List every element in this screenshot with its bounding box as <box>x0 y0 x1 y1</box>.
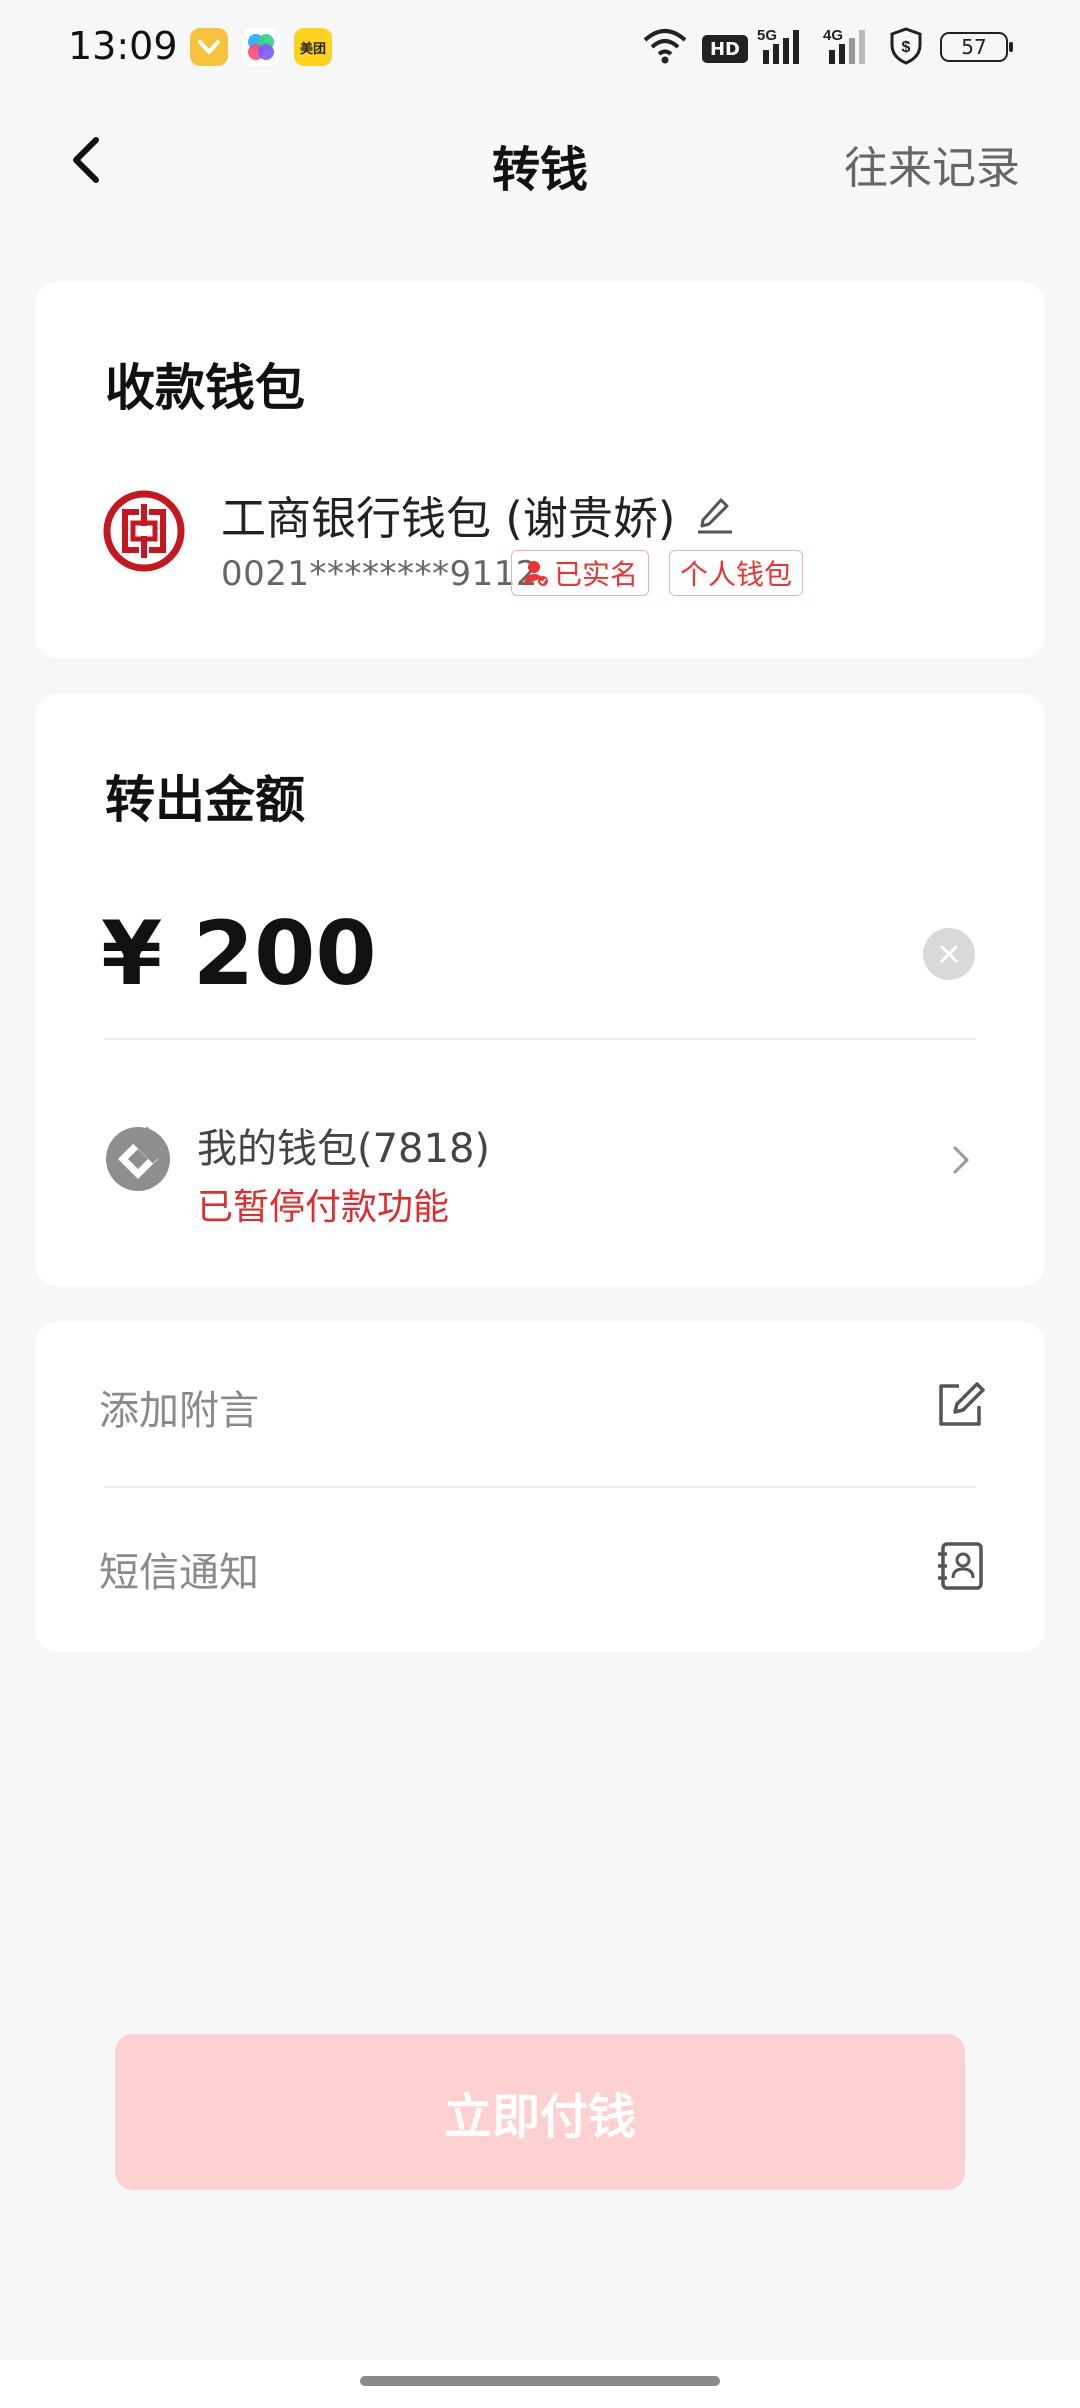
status-bar: 13:09 美团 HD 5G 4G $ 57 <box>0 0 1080 96</box>
amount-card: 转出金额 ¥ 200 我的钱包(7818) 已暂停付款功能 <box>35 694 1045 1286</box>
network-5g-label: 5G <box>757 27 777 44</box>
verified-badge: 已实名 <box>511 550 650 596</box>
options-card: 添加附言 短信通知 <box>35 1322 1045 1652</box>
edit-note-icon[interactable] <box>935 1378 987 1430</box>
personal-wallet-badge: 个人钱包 <box>669 550 804 596</box>
pay-now-button[interactable]: 立即付钱 <box>115 2034 965 2190</box>
payment-source-wallet[interactable]: 我的钱包(7818) <box>197 1116 490 1174</box>
shield-dollar-icon: $ <box>888 26 924 66</box>
battery-icon: 57 <box>940 32 1013 62</box>
verified-badge-label: 已实名 <box>554 558 639 591</box>
icbc-logo-icon <box>103 490 185 572</box>
payee-wallet-card: 收款钱包 工商银行钱包 (谢贵娇) 0021********9112 已实名 个… <box>35 282 1045 658</box>
payee-account-number: 0021********9112 <box>221 554 539 594</box>
close-icon <box>940 945 958 963</box>
hd-call-icon: HD <box>702 35 748 63</box>
app-notification-icon <box>190 28 228 66</box>
wifi-icon <box>640 26 690 66</box>
colorful-app-icon <box>242 28 280 66</box>
payee-wallet-name: 工商银行钱包 (谢贵娇) <box>221 492 676 545</box>
sms-notification-label[interactable]: 短信通知 <box>99 1540 259 1598</box>
meituan-app-icon: 美团 <box>294 28 332 66</box>
status-time: 13:09 <box>68 24 178 68</box>
my-wallet-icon <box>105 1126 171 1192</box>
edit-pencil-icon[interactable] <box>695 492 735 534</box>
transaction-records-link[interactable]: 往来记录 <box>844 132 1020 196</box>
add-note-label[interactable]: 添加附言 <box>99 1378 259 1436</box>
contacts-book-icon[interactable] <box>935 1540 987 1592</box>
chevron-right-icon[interactable] <box>947 1140 975 1180</box>
signal-5g-icon: 5G <box>756 26 812 66</box>
header: 转钱 往来记录 <box>0 110 1080 210</box>
payment-source-status: 已暂停付款功能 <box>197 1187 450 1228</box>
svg-text:$: $ <box>902 39 911 56</box>
verified-user-icon <box>524 561 548 586</box>
clear-amount-button[interactable] <box>923 928 975 980</box>
payee-section-title: 收款钱包 <box>105 359 305 417</box>
network-4g-label: 4G <box>823 27 843 44</box>
signal-4g-icon: 4G <box>822 26 878 66</box>
home-indicator[interactable] <box>360 2376 720 2386</box>
amount-section-title: 转出金额 <box>105 771 305 829</box>
amount-input[interactable]: ¥ 200 <box>101 902 377 1005</box>
options-divider <box>105 1486 975 1488</box>
amount-divider <box>105 1038 975 1040</box>
